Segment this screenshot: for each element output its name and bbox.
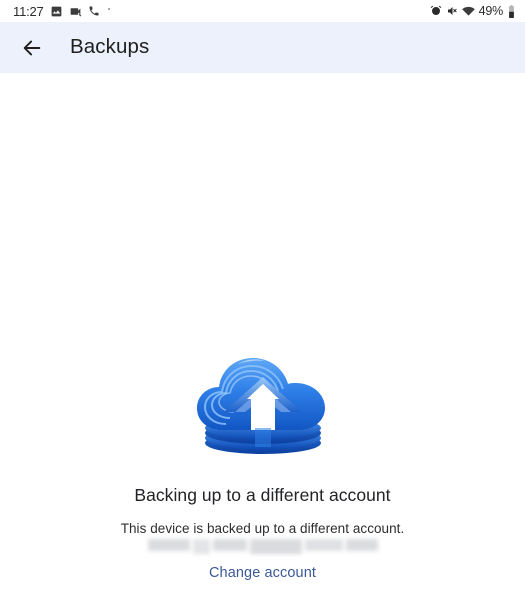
subtext-description: This device is backed up to a different … bbox=[120, 521, 405, 536]
status-bar-right: 49% bbox=[430, 3, 516, 18]
wifi-icon bbox=[461, 5, 475, 18]
backups-screen: 11:27 49% Backups Backing up to a differ… bbox=[0, 0, 525, 600]
redaction-block bbox=[213, 539, 247, 551]
battery-icon bbox=[507, 4, 516, 18]
back-arrow-icon bbox=[21, 37, 43, 59]
volume-mute-icon bbox=[446, 5, 458, 17]
alarm-clock-icon bbox=[430, 5, 442, 17]
image-icon bbox=[50, 5, 63, 18]
redaction-block bbox=[193, 539, 210, 554]
status-bar-left: 11:27 bbox=[13, 5, 110, 18]
screenshot-icon bbox=[69, 5, 82, 18]
cloud-upload-icon bbox=[193, 350, 333, 455]
backups-content: Backing up to a different account This d… bbox=[0, 73, 525, 600]
redaction-block bbox=[250, 539, 302, 554]
redaction-block bbox=[346, 539, 378, 551]
more-dot-icon bbox=[107, 7, 110, 10]
change-account-link[interactable]: Change account bbox=[0, 565, 525, 581]
redaction-block bbox=[305, 539, 343, 551]
battery-percent-label: 49% bbox=[478, 3, 504, 18]
redacted-account-email bbox=[148, 539, 378, 554]
phone-call-icon bbox=[88, 5, 100, 17]
app-bar: Backups bbox=[0, 22, 525, 73]
cloud-illustration-wrap bbox=[0, 350, 525, 455]
back-button[interactable] bbox=[19, 35, 45, 61]
page-title: Backups bbox=[70, 35, 150, 59]
redaction-block bbox=[148, 539, 190, 551]
headline-text: Backing up to a different account bbox=[134, 485, 391, 505]
status-clock: 11:27 bbox=[13, 3, 44, 19]
status-bar: 11:27 49% bbox=[0, 0, 525, 22]
